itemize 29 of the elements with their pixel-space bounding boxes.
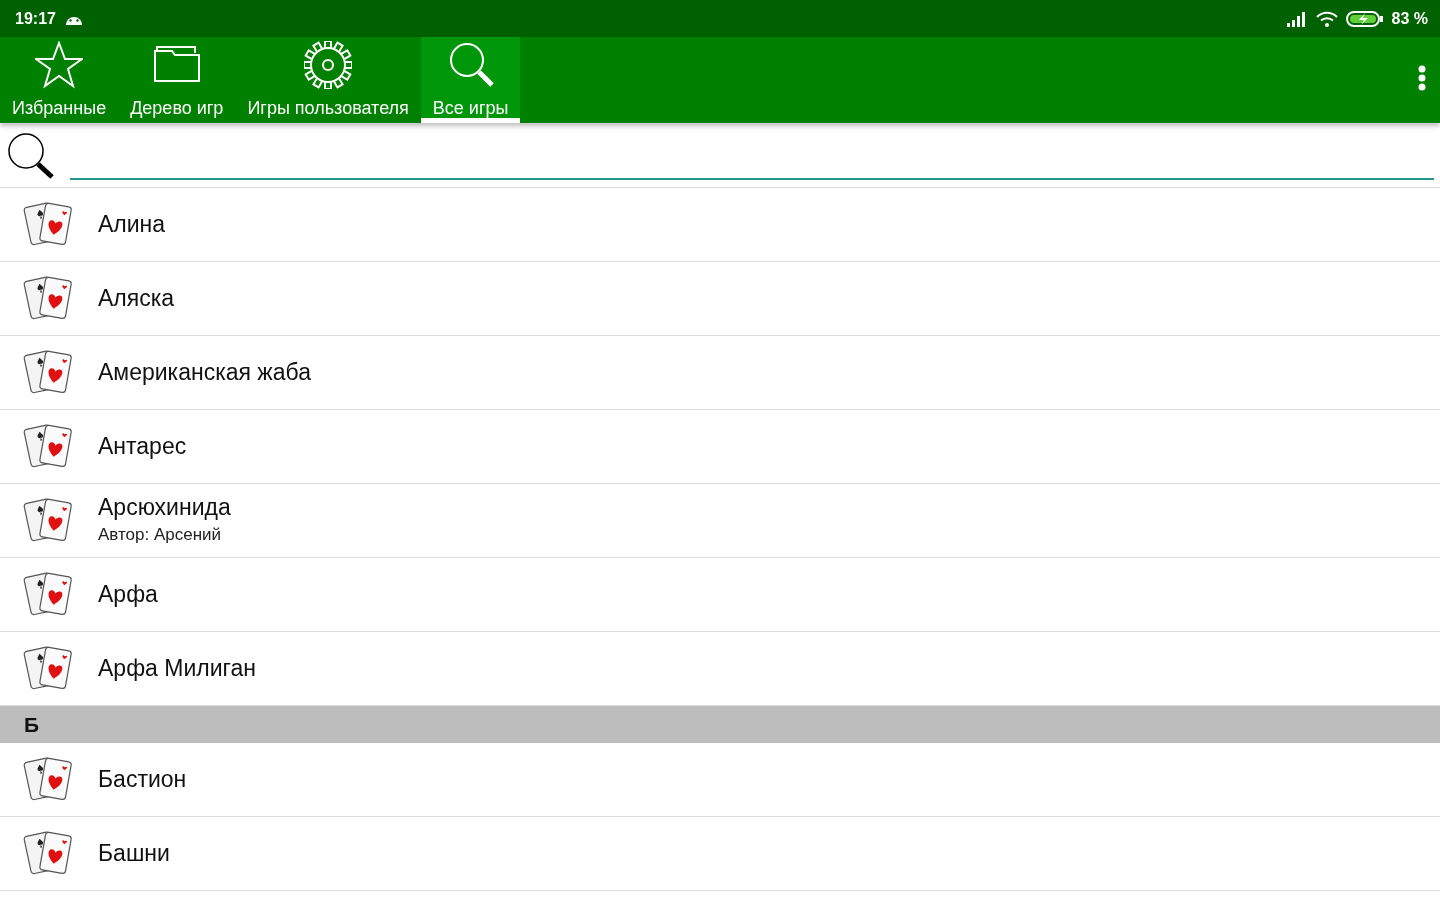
game-title: Антарес [98, 432, 187, 461]
list-item[interactable]: Алина [0, 188, 1440, 262]
battery-text: 83 % [1391, 8, 1428, 29]
list-item[interactable]: Аляска [0, 262, 1440, 336]
game-title: Арфа Милиган [98, 654, 256, 683]
more-menu-button[interactable] [1418, 65, 1426, 91]
section-header: Б [0, 706, 1440, 743]
clock-text: 19:17 [15, 8, 56, 29]
game-title: Алина [98, 210, 166, 239]
tab[interactable]: Все игры [420, 37, 521, 123]
list-item[interactable]: Американская жаба [0, 336, 1440, 410]
game-title: Бастион [98, 765, 187, 794]
gear-icon [304, 41, 353, 89]
list-item[interactable]: Башни [0, 817, 1440, 891]
list-item[interactable]: Арфа [0, 558, 1440, 632]
tab[interactable]: Избранные [0, 37, 119, 123]
tab[interactable]: Игры пользователя [235, 37, 421, 123]
list-item[interactable]: Бастион [0, 743, 1440, 817]
game-author: Автор: Арсений [98, 523, 223, 546]
list-item[interactable]: Антарес [0, 410, 1440, 484]
tab[interactable]: Дерево игр [118, 37, 236, 123]
game-title: Аляска [98, 284, 175, 313]
game-title: Американская жаба [98, 358, 311, 387]
search-icon [6, 131, 54, 179]
star-icon [35, 41, 84, 89]
game-title: Арсюхинида [98, 493, 231, 522]
game-title: Башни [98, 839, 170, 868]
list-item[interactable]: Арсюхинида Автор: Арсений [0, 484, 1440, 558]
game-title: Арфа [98, 580, 158, 609]
